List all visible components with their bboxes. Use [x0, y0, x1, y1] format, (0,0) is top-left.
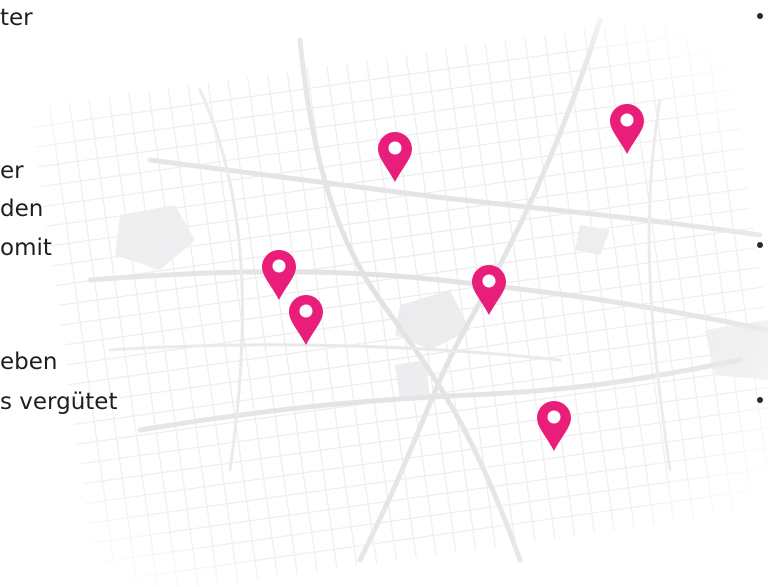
slide-canvas: ter er den omit eben s vergütet — [0, 0, 768, 587]
map-pin-icon[interactable] — [471, 264, 507, 316]
text-fragment-5: eben — [0, 349, 58, 375]
bullet-dot — [757, 397, 763, 403]
map-pin-icon[interactable] — [377, 131, 413, 183]
text-fragment-2: er — [0, 158, 24, 184]
map-pin-icon[interactable] — [609, 103, 645, 155]
bullet-dot — [757, 13, 763, 19]
map-pin-icon[interactable] — [536, 400, 572, 452]
text-fragment-1: ter — [0, 5, 33, 31]
street-map-background — [0, 0, 768, 587]
bullet-dot — [757, 242, 763, 248]
text-fragment-6: s vergütet — [0, 389, 118, 415]
map-pin-icon[interactable] — [288, 294, 324, 346]
text-fragment-3: den — [0, 196, 44, 222]
text-fragment-4: omit — [0, 235, 52, 261]
